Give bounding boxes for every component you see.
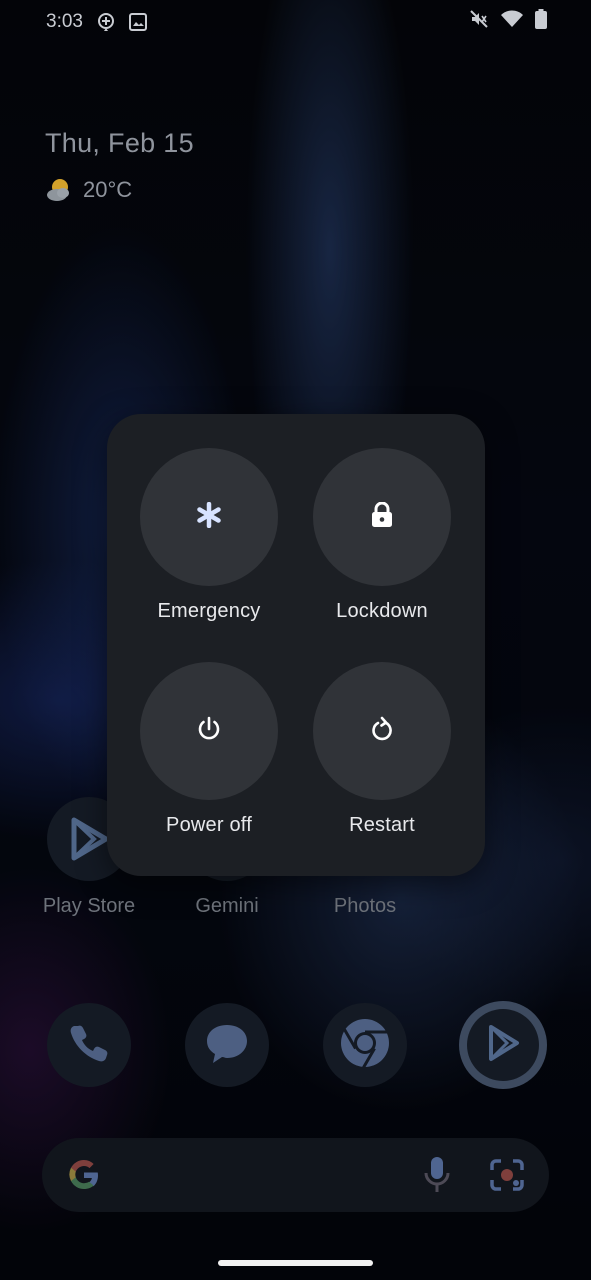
play-store-inner bbox=[467, 1009, 539, 1081]
play-store-icon bbox=[485, 1024, 521, 1067]
dock-messages[interactable] bbox=[185, 1003, 269, 1087]
partly-cloudy-icon bbox=[45, 176, 73, 204]
lens-icon[interactable] bbox=[487, 1155, 527, 1195]
app-label: Play Store bbox=[42, 895, 136, 917]
app-label: Photos bbox=[333, 895, 397, 917]
microphone-icon[interactable] bbox=[417, 1155, 457, 1195]
status-time: 3:03 bbox=[46, 11, 83, 32]
asterisk-icon bbox=[196, 501, 222, 533]
emergency-button[interactable]: Emergency bbox=[114, 448, 304, 623]
wifi-icon bbox=[501, 10, 523, 34]
restart-button[interactable]: Restart bbox=[287, 662, 477, 837]
battery-icon bbox=[535, 9, 547, 35]
power-off-label: Power off bbox=[166, 814, 252, 836]
assistant-icon bbox=[95, 11, 117, 33]
restart-circle[interactable] bbox=[313, 662, 451, 800]
status-bar: 3:03 bbox=[0, 0, 591, 44]
power-menu: Emergency Lockdown Power off Restart bbox=[107, 414, 485, 876]
restart-label: Restart bbox=[349, 814, 415, 836]
lockdown-circle[interactable] bbox=[313, 448, 451, 586]
phone-icon bbox=[68, 1022, 110, 1069]
lockdown-button[interactable]: Lockdown bbox=[287, 448, 477, 623]
search-bar[interactable] bbox=[42, 1138, 549, 1212]
lock-icon bbox=[371, 501, 393, 533]
silent-icon bbox=[469, 9, 489, 35]
power-off-circle[interactable] bbox=[140, 662, 278, 800]
emergency-label: Emergency bbox=[157, 600, 261, 622]
dock-phone[interactable] bbox=[47, 1003, 131, 1087]
power-icon bbox=[197, 716, 221, 747]
lockdown-label: Lockdown bbox=[336, 600, 428, 622]
temperature-text: 20°C bbox=[83, 177, 133, 202]
chrome-icon bbox=[338, 1016, 392, 1075]
restart-icon bbox=[370, 716, 394, 747]
weather-widget[interactable]: 20°C bbox=[45, 176, 132, 204]
image-icon bbox=[127, 11, 149, 33]
google-logo-icon bbox=[64, 1155, 104, 1195]
emergency-circle[interactable] bbox=[140, 448, 278, 586]
power-off-button[interactable]: Power off bbox=[114, 662, 304, 837]
app-label: Gemini bbox=[195, 895, 259, 917]
dock-play-store[interactable] bbox=[459, 1001, 547, 1089]
lockscreen-date: Thu, Feb 15 bbox=[45, 128, 194, 158]
gesture-nav-handle[interactable] bbox=[218, 1260, 373, 1266]
dock-chrome[interactable] bbox=[323, 1003, 407, 1087]
messages-icon bbox=[203, 1021, 251, 1070]
